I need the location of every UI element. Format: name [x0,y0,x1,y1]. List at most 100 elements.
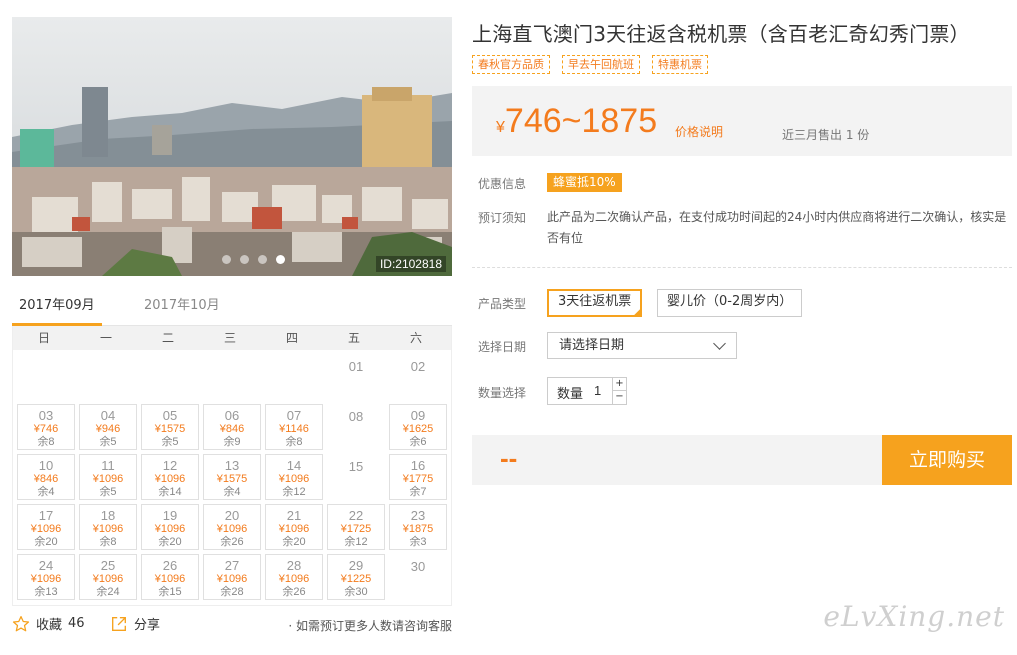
calendar-day-stock: 余30 [344,586,368,598]
calendar-day-available[interactable]: 11 ¥1096 余5 [79,454,137,500]
calendar-day-number: 18 [100,508,116,523]
calendar-day-price: ¥1096 [30,573,62,585]
calendar-day-number: 03 [38,408,54,423]
calendar-day: 30 [389,554,447,600]
buy-now-button[interactable]: 立即购买 [882,435,1012,485]
calendar-day-stock: 余8 [37,436,55,448]
calendar-day-available[interactable]: 20 ¥1096 余26 [203,504,261,550]
calendar-day-number: 11 [101,458,115,473]
price-explain-link[interactable]: 价格说明 [675,123,723,140]
product-type-option-selected[interactable]: 3天往返机票 [547,289,643,317]
product-type-label: 产品类型 [478,297,527,311]
calendar-day-available[interactable]: 03 ¥746 余8 [17,404,75,450]
calendar-day-stock: 余4 [223,486,241,498]
calendar-day-number: 29 [348,558,364,573]
calendar-day-available[interactable]: 28 ¥1096 余26 [265,554,323,600]
quantity-label: 数量选择 [478,386,527,400]
product-photo[interactable]: ID:2102818 [12,17,452,276]
weekday-label: 一 [99,331,112,345]
watermark: eLvXing.net [823,600,1005,633]
calendar-day-available[interactable]: 18 ¥1096 余8 [79,504,137,550]
price-calendar: 日 一 二 三 四 五 六 01 02 03 ¥746 余8 04 ¥946 余5 05 ¥157… [12,326,452,606]
calendar-day-price: ¥1096 [92,523,124,535]
carousel-dot[interactable] [258,255,267,264]
quantity-decrease-button[interactable]: − [612,391,626,404]
carousel-dots [222,255,285,264]
product-type-option[interactable]: 婴儿价（0-2周岁内） [657,289,803,317]
calendar-day-number: 10 [38,458,54,473]
price-range: ¥746~1875 [496,102,657,141]
quantity-stepper: 数量 1 + − [547,377,627,405]
calendar-day-available[interactable]: 22 ¥1725 余12 [327,504,385,550]
calendar-day-stock: 余8 [285,436,303,448]
calendar-day-number: 14 [286,458,302,473]
calendar-day-price: ¥1725 [340,523,372,535]
calendar-day-number: 30 [410,559,426,574]
calendar-day-price: ¥1096 [92,573,124,585]
promo-badge: 蜂蜜抵10% [547,173,622,192]
macau-cityscape-image [12,17,452,276]
calendar-day-available[interactable]: 09 ¥1625 余6 [389,404,447,450]
calendar-day-number: 27 [224,558,240,573]
calendar-day-stock: 余9 [223,436,241,448]
calendar-empty-cell [79,354,137,400]
group-booking-note: · 如需预订更多人数请咨询客服 [288,619,452,633]
tab-month-september[interactable]: 2017年09月 [12,296,102,326]
calendar-day-available[interactable]: 13 ¥1575 余4 [203,454,261,500]
calendar-day-available[interactable]: 27 ¥1096 余28 [203,554,261,600]
carousel-dot[interactable] [222,255,231,264]
calendar-day: 15 [327,454,385,500]
quantity-increase-button[interactable]: + [612,378,626,391]
calendar-day-available[interactable]: 21 ¥1096 余20 [265,504,323,550]
calendar-day-number: 25 [100,558,116,573]
calendar-day-price: ¥1096 [154,523,186,535]
tag-badge: 春秋官方品质 [472,55,550,74]
quantity-value[interactable]: 1 [594,383,601,398]
calendar-day-available[interactable]: 14 ¥1096 余12 [265,454,323,500]
check-corner-icon [632,307,643,317]
purchase-bar: -- 立即购买 [472,435,1012,485]
calendar-day-price: ¥846 [33,473,59,485]
calendar-day-stock: 余5 [99,486,117,498]
calendar-day-available[interactable]: 12 ¥1096 余14 [141,454,199,500]
calendar-day-price: ¥1096 [92,473,124,485]
calendar-day-stock: 余20 [282,536,306,548]
divider [472,267,1012,268]
favorite-count: 46 [68,616,85,631]
carousel-dot-active[interactable] [276,255,285,264]
calendar-day-available[interactable]: 10 ¥846 余4 [17,454,75,500]
calendar-day-price: ¥1096 [154,573,186,585]
calendar-day-available[interactable]: 23 ¥1875 余3 [389,504,447,550]
calendar-day-number: 17 [38,508,54,523]
calendar-day-available[interactable]: 06 ¥846 余9 [203,404,261,450]
calendar-day-available[interactable]: 25 ¥1096 余24 [79,554,137,600]
calendar-day-number: 16 [410,458,426,473]
date-select[interactable]: 请选择日期 [547,332,737,359]
calendar-day-number: 07 [286,408,302,423]
quantity-field-label: 数量 [557,387,584,402]
calendar-day-available[interactable]: 07 ¥1146 余8 [265,404,323,450]
calendar-day-stock: 余8 [99,536,117,548]
chevron-down-icon [713,337,726,350]
calendar-day-price: ¥1096 [30,523,62,535]
weekday-header: 日 一 二 三 四 五 六 [13,326,451,350]
calendar-day-available[interactable]: 05 ¥1575 余5 [141,404,199,450]
calendar-day-available[interactable]: 26 ¥1096 余15 [141,554,199,600]
calendar-day-available[interactable]: 24 ¥1096 余13 [17,554,75,600]
calendar-day-number: 09 [410,408,426,423]
calendar-day-available[interactable]: 19 ¥1096 余20 [141,504,199,550]
calendar-day-price: ¥1775 [402,473,434,485]
calendar-day-number: 04 [100,408,116,423]
calendar-day-available[interactable]: 29 ¥1225 余30 [327,554,385,600]
calendar-day-price: ¥1096 [278,473,310,485]
calendar-day-price: ¥1096 [216,523,248,535]
product-title: 上海直飞澳门3天往返含税机票（含百老汇奇幻秀门票） [472,22,970,46]
calendar-day-available[interactable]: 16 ¥1775 余7 [389,454,447,500]
share-button[interactable]: 分享 [110,614,160,633]
carousel-dot[interactable] [240,255,249,264]
calendar-day-available[interactable]: 17 ¥1096 余20 [17,504,75,550]
calendar-day-available[interactable]: 04 ¥946 余5 [79,404,137,450]
tab-month-october[interactable]: 2017年10月 [137,296,227,326]
favorite-button[interactable]: 收藏 46 [12,614,85,633]
calendar-day-number: 22 [348,508,364,523]
